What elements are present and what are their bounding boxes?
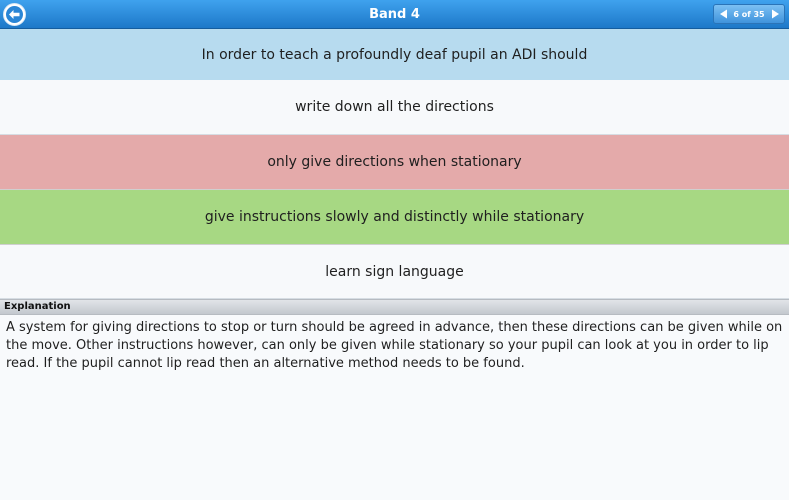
explanation-text: A system for giving directions to stop o… [6, 320, 783, 371]
triangle-left-icon [719, 9, 727, 19]
question-counter: 6 of 35 [733, 9, 765, 19]
explanation-heading: Explanation [0, 299, 789, 315]
next-question-button[interactable] [766, 5, 784, 23]
answer-option-2-incorrect[interactable]: only give directions when stationary [0, 135, 789, 190]
triangle-right-icon [771, 9, 779, 19]
question-text: In order to teach a profoundly deaf pupi… [0, 29, 789, 80]
answer-option-3-correct[interactable]: give instructions slowly and distinctly … [0, 190, 789, 245]
question-pager: 6 of 35 [713, 4, 785, 24]
previous-question-button[interactable] [714, 5, 732, 23]
back-button[interactable] [3, 3, 26, 26]
page-title: Band 4 [369, 7, 420, 22]
answer-option-1[interactable]: write down all the directions [0, 80, 789, 135]
answer-option-4[interactable]: learn sign language [0, 245, 789, 299]
back-arrow-icon [6, 6, 23, 23]
top-bar: Band 4 6 of 35 [0, 0, 789, 29]
